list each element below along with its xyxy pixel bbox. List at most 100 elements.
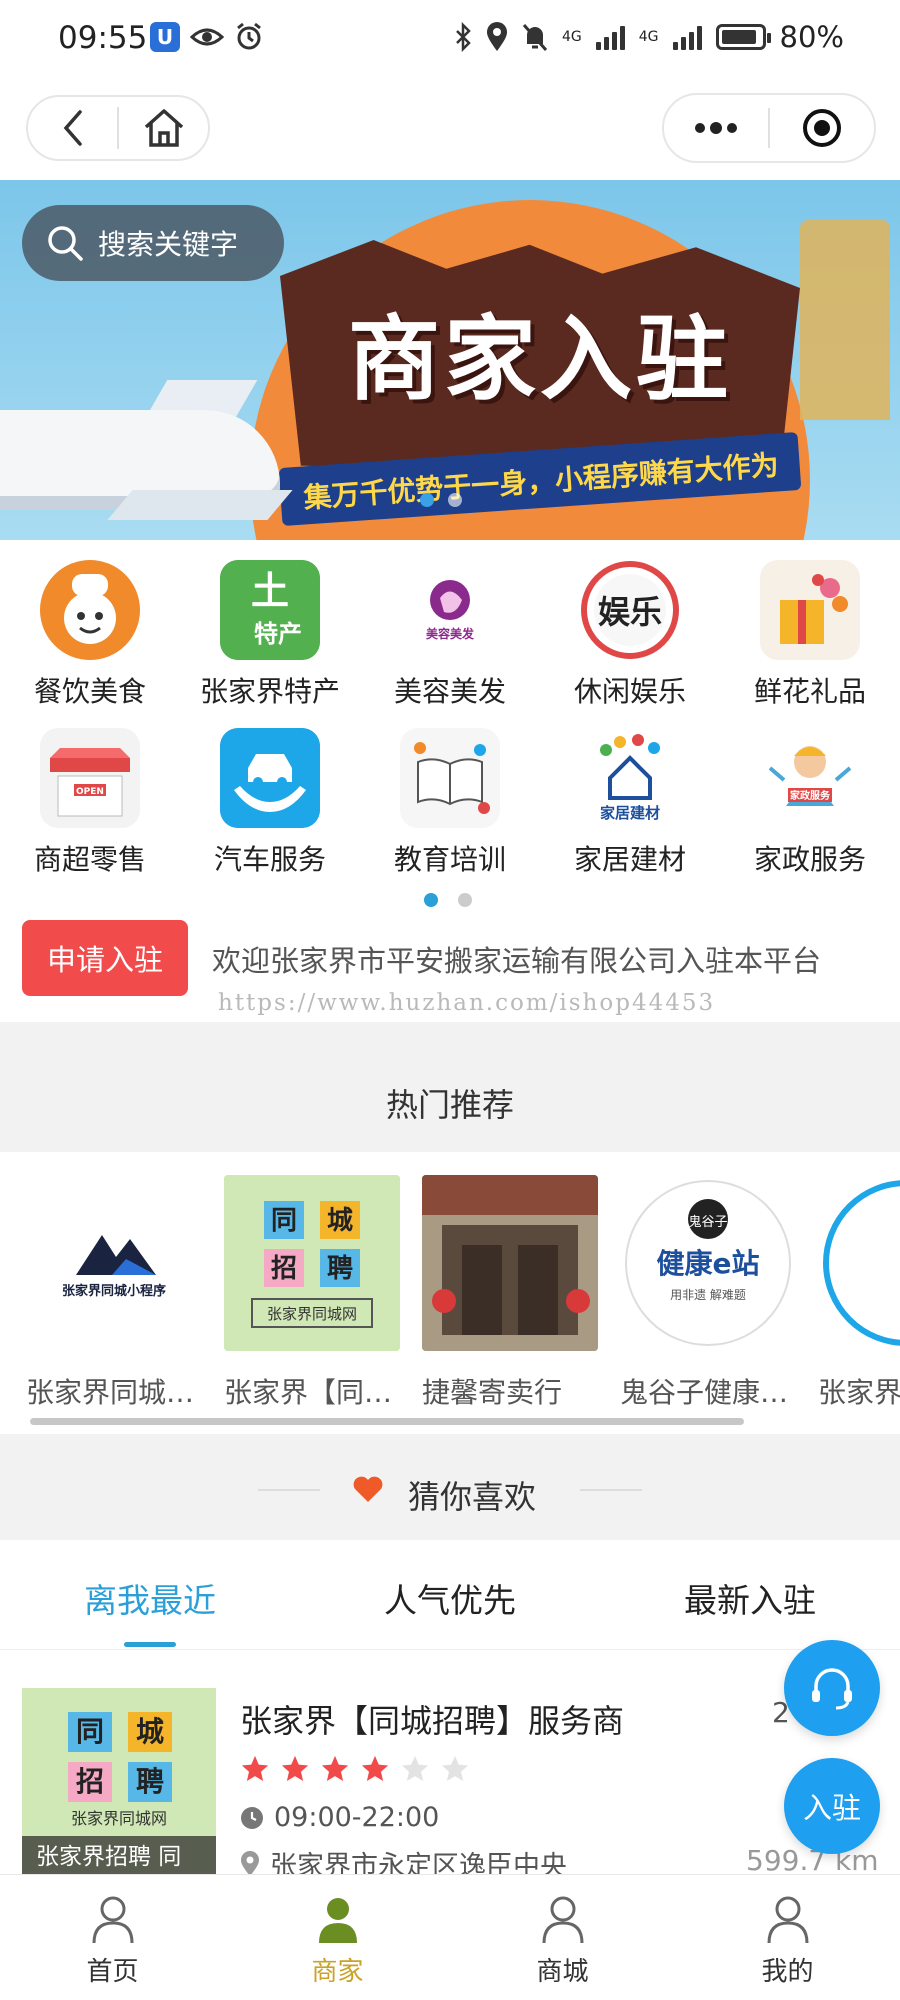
store-hours-text: 09:00-22:00 [274,1802,440,1833]
hot-item[interactable]: 张家界同城小程序 张家界同城小程序 [26,1175,202,1411]
alarm-icon [237,22,261,50]
svg-text:美容美发: 美容美发 [426,626,475,641]
category-row: 餐饮美食 土特产 张家界特产 美容美发 美容美发 娱乐 休闲娱乐 鲜花礼品 [0,560,900,728]
car-service-icon [220,728,320,828]
category-item[interactable]: OPEN 商超零售 [0,728,180,896]
recruit-char: 聘 [327,1254,353,1284]
join-notice-text[interactable]: 欢迎张家界市平安搬家运输有限公司入驻本平台 [212,938,872,980]
hot-scrollbar[interactable] [30,1418,744,1425]
home-building-icon: 家居建材 [580,728,680,828]
tab-popular[interactable]: 人气优先 [300,1540,600,1649]
category-row: OPEN 商超零售 汽车服务 教育培训 家居建材 家居建材 家政服务 家政服务 [0,728,900,896]
category-page-dot[interactable] [424,893,438,907]
recruit-char: 城 [136,1715,164,1748]
star-icon [401,1755,429,1781]
entertainment-icon: 娱乐 [580,560,680,660]
recruit-caption: 张家界同城网 [71,1809,167,1828]
star-icon [441,1755,469,1781]
customer-service-button[interactable] [784,1640,880,1736]
search-input[interactable]: 搜索关键字 [22,205,284,281]
category-item[interactable]: 土特产 张家界特产 [180,560,360,728]
tabbar-item-home[interactable]: 首页 [0,1875,225,2000]
user-icon [318,1898,357,1943]
recruit-caption: 张家界同城网 [267,1305,357,1323]
tabbar-label: 我的 [761,1957,814,1987]
category-item[interactable]: 家居建材 家居建材 [540,728,720,896]
chevron-left-icon [63,110,82,146]
category-label: 教育培训 [393,843,506,876]
guess-divider-right [580,1489,642,1491]
hot-logo-text: 张家界同城小程序 [62,1283,166,1299]
hot-item-name: 张家界 [818,1376,900,1409]
recruit-char: 招 [271,1254,297,1284]
home-button[interactable] [119,97,208,159]
hot-recommend-list[interactable]: 张家界同城小程序 张家界同城小程序 同城招聘张家界同城网 张家界【同城招聘】服务… [26,1175,900,1411]
category-item[interactable]: 汽车服务 [180,728,360,896]
tabbar-item-mine[interactable]: 我的 [675,1875,900,2000]
hot-item[interactable]: 张家界 [818,1175,900,1411]
network-label-2: 4G [638,29,659,45]
nav-capsule-right [662,93,876,163]
clock-icon [241,1806,263,1829]
hot-item-image [422,1175,598,1351]
eye-icon [190,28,224,46]
store-name: 张家界【同城招聘】服务商 [240,1702,625,1740]
svg-text:特产: 特产 [254,620,302,648]
tabbar-item-mall[interactable]: 商城 [450,1875,675,2000]
hot-item-name: 张家界【同城招聘】服务商 [224,1376,400,1409]
category-item[interactable]: 鲜花礼品 [720,560,900,728]
store-rating [240,1754,470,1784]
beauty-icon: 美容美发 [400,560,500,660]
hot-item-name: 捷馨寄卖行 [422,1376,563,1409]
category-item[interactable]: 家政服务 家政服务 [720,728,900,896]
banner-dot[interactable] [420,493,434,507]
shop-icon: OPEN [40,728,140,828]
hot-item[interactable]: 同城招聘张家界同城网 张家界【同城招聘】服务商 [224,1175,400,1411]
network-label-1: 4G [562,29,582,45]
svg-text:土: 土 [251,569,289,613]
hot-item[interactable]: 捷馨寄卖行 [422,1175,598,1411]
store-thumbnail-label: 张家界招聘 同 [22,1836,216,1878]
guess-section-title: 猜你喜欢 [408,1478,537,1516]
svg-text:家居建材: 家居建材 [600,804,660,822]
guess-divider-left [258,1489,320,1491]
gift-icon [760,560,860,660]
category-label: 家居建材 [573,843,686,876]
category-page-dot[interactable] [458,893,472,907]
housekeeping-icon: 家政服务 [760,728,860,828]
tab-newest[interactable]: 最新入驻 [600,1540,900,1649]
category-label: 商超零售 [33,843,146,876]
close-miniapp-button[interactable] [770,95,874,161]
banner-dot[interactable] [448,493,462,507]
search-icon [48,226,83,261]
back-button[interactable] [28,97,117,159]
nav-capsule-left [26,95,210,161]
user-icon [542,1896,583,1944]
mute-bell-icon [522,24,548,51]
category-item[interactable]: 教育培训 [360,728,540,896]
tab-nearest[interactable]: 离我最近 [0,1540,300,1649]
category-item[interactable]: 餐饮美食 [0,560,180,728]
svg-text:娱乐: 娱乐 [598,593,662,631]
chef-icon [40,560,140,660]
heart-icon [353,1476,383,1502]
headset-icon [812,1668,852,1710]
star-icon [361,1755,389,1781]
tabbar-item-merchants[interactable]: 商家 [225,1875,450,2000]
category-item[interactable]: 美容美发 美容美发 [360,560,540,728]
join-fab-button[interactable]: 入驻 [784,1758,880,1854]
hot-item[interactable]: 鬼谷子 健康e站 用非遗 解难题 鬼谷子健康e站 [620,1175,796,1411]
status-right: 4G 4G 80% [454,20,844,54]
svg-text:OPEN: OPEN [76,787,104,797]
category-item[interactable]: 娱乐 休闲娱乐 [540,560,720,728]
apply-join-button[interactable]: 申请入驻 [22,920,188,996]
category-label: 鲜花礼品 [753,675,866,708]
local-specialty-icon: 土特产 [220,560,320,660]
store-card[interactable]: 同城招聘张家界同城网 张家界招聘 同 张家界【同城招聘】服务商 09:00-22… [0,1660,900,1882]
hot-item-image [818,1175,900,1351]
more-button[interactable] [664,95,768,161]
category-label: 美容美发 [393,675,506,708]
star-icon [321,1755,349,1781]
recruit-char: 同 [271,1206,297,1236]
plane-wing-shape [107,490,293,520]
